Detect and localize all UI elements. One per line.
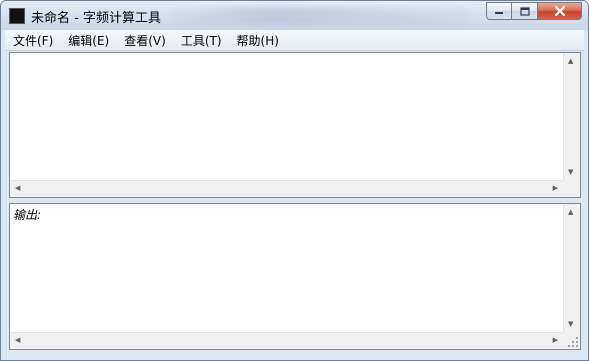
close-button[interactable] bbox=[538, 2, 582, 20]
title-bar-glass bbox=[171, 7, 471, 25]
input-text-area[interactable]: ▲ ▼ ◀ ▶ bbox=[9, 52, 581, 198]
output-scroll-corner bbox=[563, 332, 580, 349]
maximize-button[interactable] bbox=[512, 2, 538, 20]
arrow-right-icon[interactable]: ▶ bbox=[553, 185, 558, 192]
menu-tools[interactable]: 工具(T) bbox=[173, 32, 229, 49]
close-icon bbox=[554, 6, 565, 16]
output-horizontal-scrollbar[interactable]: ◀ ▶ bbox=[10, 332, 563, 349]
arrow-right-icon[interactable]: ▶ bbox=[553, 337, 558, 344]
menu-bar: 文件(F) 编辑(E) 查看(V) 工具(T) 帮助(H) bbox=[5, 30, 584, 51]
arrow-down-icon[interactable]: ▼ bbox=[568, 169, 573, 176]
input-vertical-scrollbar[interactable]: ▲ ▼ bbox=[563, 53, 580, 180]
menu-file[interactable]: 文件(F) bbox=[5, 32, 60, 49]
arrow-left-icon[interactable]: ◀ bbox=[15, 337, 20, 344]
input-scroll-corner bbox=[563, 180, 580, 197]
menu-view[interactable]: 查看(V) bbox=[116, 32, 173, 49]
minimize-button[interactable] bbox=[486, 2, 512, 20]
arrow-down-icon[interactable]: ▼ bbox=[568, 321, 573, 328]
arrow-up-icon[interactable]: ▲ bbox=[568, 209, 573, 216]
resize-grip-icon[interactable] bbox=[567, 336, 579, 348]
maximize-icon bbox=[519, 6, 530, 16]
caption-buttons bbox=[486, 2, 582, 20]
app-icon[interactable] bbox=[9, 8, 25, 24]
output-label: 输出: bbox=[13, 208, 42, 222]
arrow-up-icon[interactable]: ▲ bbox=[568, 58, 573, 65]
menu-edit[interactable]: 编辑(E) bbox=[60, 32, 116, 49]
output-vertical-scrollbar[interactable]: ▲ ▼ bbox=[563, 204, 580, 332]
output-text-area[interactable]: 输出: ▲ ▼ ◀ ▶ bbox=[9, 203, 581, 350]
input-horizontal-scrollbar[interactable]: ◀ ▶ bbox=[10, 180, 563, 197]
app-window: 未命名 - 字频计算工具 文件(F) 编辑(E) 查看(V) 工具(T) 帮助(… bbox=[0, 0, 589, 361]
minimize-icon bbox=[495, 12, 503, 14]
window-title: 未命名 - 字频计算工具 bbox=[31, 11, 161, 26]
arrow-left-icon[interactable]: ◀ bbox=[15, 185, 20, 192]
title-bar[interactable]: 未命名 - 字频计算工具 bbox=[1, 1, 588, 30]
menu-help[interactable]: 帮助(H) bbox=[229, 32, 286, 49]
